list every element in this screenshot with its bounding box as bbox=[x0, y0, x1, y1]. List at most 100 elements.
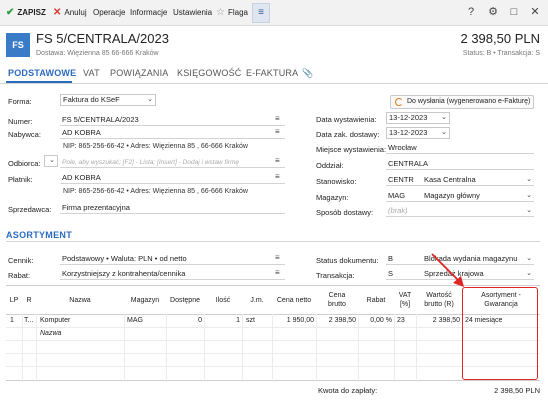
sprzedawca-field[interactable]: Firma prezentacyjna bbox=[60, 202, 285, 214]
kwota-value: 2 398,50 PLN bbox=[494, 386, 540, 395]
settings-menu[interactable]: Ustawienia bbox=[173, 7, 212, 19]
cennik-field[interactable]: Podstawowy • Waluta: PLN • od netto bbox=[60, 253, 285, 265]
new-row-input[interactable]: Nazwa bbox=[40, 329, 61, 339]
hamburger-menu-button[interactable]: ≡ bbox=[252, 3, 270, 23]
sposob-select[interactable]: (brak) ⌄ bbox=[386, 205, 534, 217]
menu-icon: ≡ bbox=[258, 7, 264, 18]
cancel-button[interactable]: ✕ Anuluj bbox=[53, 7, 87, 19]
gear-icon[interactable]: ⚙ bbox=[487, 6, 499, 18]
paperclip-icon[interactable]: 📎 bbox=[302, 68, 313, 79]
col-header-wartosc[interactable]: Wartość brutto (R) bbox=[416, 286, 462, 314]
platnik-label: Płatnik: bbox=[8, 175, 33, 184]
miejsce-label: Miejsce wystawienia: bbox=[316, 145, 387, 154]
tab-ksiegowosc[interactable]: KSIĘGOWOŚĆ bbox=[177, 68, 242, 78]
cell-nazwa: Komputer bbox=[40, 317, 71, 324]
highlight-box bbox=[462, 287, 538, 380]
data-zak-label: Data zak. dostawy: bbox=[316, 130, 380, 139]
sposob-label: Sposób dostawy: bbox=[316, 208, 374, 217]
list-icon[interactable]: ≡ bbox=[275, 127, 280, 136]
data-zak-picker[interactable]: 13-12-2023 ⌄ bbox=[386, 127, 450, 139]
maximize-icon[interactable]: □ bbox=[508, 6, 520, 18]
chevron-down-icon: ⌄ bbox=[526, 176, 532, 183]
row-divider bbox=[6, 340, 540, 341]
close-x-icon: ✕ bbox=[53, 7, 62, 18]
delivery-address: Dostawa: Więzienna 85 66-666 Kraków bbox=[36, 50, 159, 57]
col-header-vat[interactable]: VAT [%] bbox=[394, 286, 416, 314]
col-divider bbox=[22, 314, 23, 382]
cell-lp: 1 bbox=[10, 317, 14, 324]
save-button[interactable]: ✔ ZAPISZ bbox=[6, 7, 46, 19]
col-header-magazyn[interactable]: Magazyn bbox=[124, 286, 166, 314]
col-divider bbox=[242, 314, 243, 382]
col-header-r[interactable]: R bbox=[22, 286, 36, 314]
stanowisko-label: Stanowisko: bbox=[316, 177, 357, 186]
numer-label: Numer: bbox=[8, 117, 33, 126]
cell-wartosc: 2 398,50 bbox=[432, 317, 460, 324]
cell-jm: szt bbox=[246, 317, 255, 324]
flag-button[interactable]: ☆ Flaga bbox=[216, 7, 248, 19]
cell-magazyn: MAG bbox=[127, 317, 143, 324]
refresh-icon bbox=[395, 98, 403, 106]
chevron-down-icon: ⌄ bbox=[526, 255, 532, 262]
col-header-dostepne[interactable]: Dostępne bbox=[166, 286, 204, 314]
list-icon[interactable]: ≡ bbox=[275, 253, 280, 262]
checkmark-icon: ✔ bbox=[6, 7, 15, 18]
forma-select[interactable]: Faktura do KSeF ⌄ bbox=[60, 94, 156, 106]
oddzial-field[interactable]: CENTRALA bbox=[386, 158, 534, 170]
col-header-lp[interactable]: LP bbox=[6, 286, 22, 314]
transakcja-label: Transakcja: bbox=[316, 271, 355, 280]
close-icon[interactable]: ✕ bbox=[529, 6, 541, 18]
cell-rabat: 0,00 % bbox=[370, 317, 392, 324]
document-type-badge: FS bbox=[6, 33, 30, 57]
col-divider bbox=[394, 314, 395, 382]
tab-e-faktura[interactable]: E-FAKTURA bbox=[246, 68, 298, 78]
odbiorca-search-input[interactable]: Pole, aby wyszukać; [F2] - Lista; [Inser… bbox=[60, 156, 285, 168]
items-table: LP R Nazwa Magazyn Dostępne Ilość J.m. C… bbox=[6, 285, 540, 382]
document-title: FS 5/CENTRALA/2023 bbox=[36, 31, 169, 46]
operations-menu[interactable]: Operacje bbox=[93, 7, 125, 19]
col-header-rabat[interactable]: Rabat bbox=[358, 286, 394, 314]
info-menu[interactable]: Informacje bbox=[130, 7, 167, 19]
cell-r: T... bbox=[24, 317, 34, 324]
list-icon[interactable]: ≡ bbox=[275, 156, 280, 165]
rabat-field[interactable]: Korzystniejszy z kontrahenta/cennika bbox=[60, 268, 285, 280]
platnik-field[interactable]: AD KOBRA bbox=[60, 172, 285, 184]
tab-vat[interactable]: VAT bbox=[83, 68, 100, 78]
cell-cena-brutto: 2 398,50 bbox=[328, 317, 356, 324]
annotation-arrow-icon bbox=[431, 253, 464, 287]
odbiorca-type-select[interactable]: ⌄ bbox=[44, 155, 58, 167]
tab-podstawowe[interactable]: PODSTAWOWE bbox=[8, 68, 76, 78]
chevron-down-icon: ⌄ bbox=[441, 114, 447, 121]
data-wystawienia-label: Data wystawienia: bbox=[316, 115, 377, 124]
chevron-down-icon: ⌄ bbox=[526, 270, 532, 277]
stanowisko-select[interactable]: CENTR Kasa Centralna ⌄ bbox=[386, 174, 534, 186]
forma-label: Forma: bbox=[8, 97, 32, 106]
row-divider bbox=[6, 327, 540, 328]
sprzedawca-label: Sprzedawca: bbox=[8, 205, 52, 214]
tab-powiazania[interactable]: POWIĄZANIA bbox=[110, 68, 169, 78]
status-button[interactable]: Do wysłania (wygenerowano e-Fakturę) bbox=[390, 95, 534, 109]
col-header-nazwa[interactable]: Nazwa bbox=[36, 286, 124, 314]
col-divider bbox=[36, 314, 37, 382]
miejsce-field[interactable]: Wrocław bbox=[386, 142, 534, 154]
chevron-down-icon: ⌄ bbox=[526, 192, 532, 199]
cennik-label: Cennik: bbox=[8, 256, 34, 265]
data-wystawienia-picker[interactable]: 13-12-2023 ⌄ bbox=[386, 112, 450, 124]
help-icon[interactable]: ? bbox=[465, 6, 477, 18]
nabywca-field[interactable]: AD KOBRA bbox=[60, 127, 285, 139]
col-header-cena-netto[interactable]: Cena netto bbox=[272, 286, 316, 314]
tab-bar: PODSTAWOWE VAT POWIĄZANIA KSIĘGOWOŚĆ E-F… bbox=[0, 65, 548, 84]
col-header-jm[interactable]: J.m. bbox=[242, 286, 272, 314]
status-dokumentu-label: Status dokumentu: bbox=[316, 256, 379, 265]
numer-field[interactable]: FS 5/CENTRALA/2023 bbox=[60, 114, 285, 126]
list-icon[interactable]: ≡ bbox=[275, 268, 280, 277]
chevron-down-icon: ⌄ bbox=[49, 157, 55, 164]
col-header-cena-brutto[interactable]: Cena brutto bbox=[316, 286, 358, 314]
magazyn-select[interactable]: MAG Magazyn główny ⌄ bbox=[386, 190, 534, 202]
list-icon[interactable]: ≡ bbox=[275, 172, 280, 181]
list-icon[interactable]: ≡ bbox=[275, 114, 280, 123]
row-divider bbox=[6, 366, 540, 367]
row-divider bbox=[6, 353, 540, 354]
status-summary: Status: B • Transakcja: S bbox=[462, 50, 540, 57]
col-header-ilosc[interactable]: Ilość bbox=[204, 286, 242, 314]
